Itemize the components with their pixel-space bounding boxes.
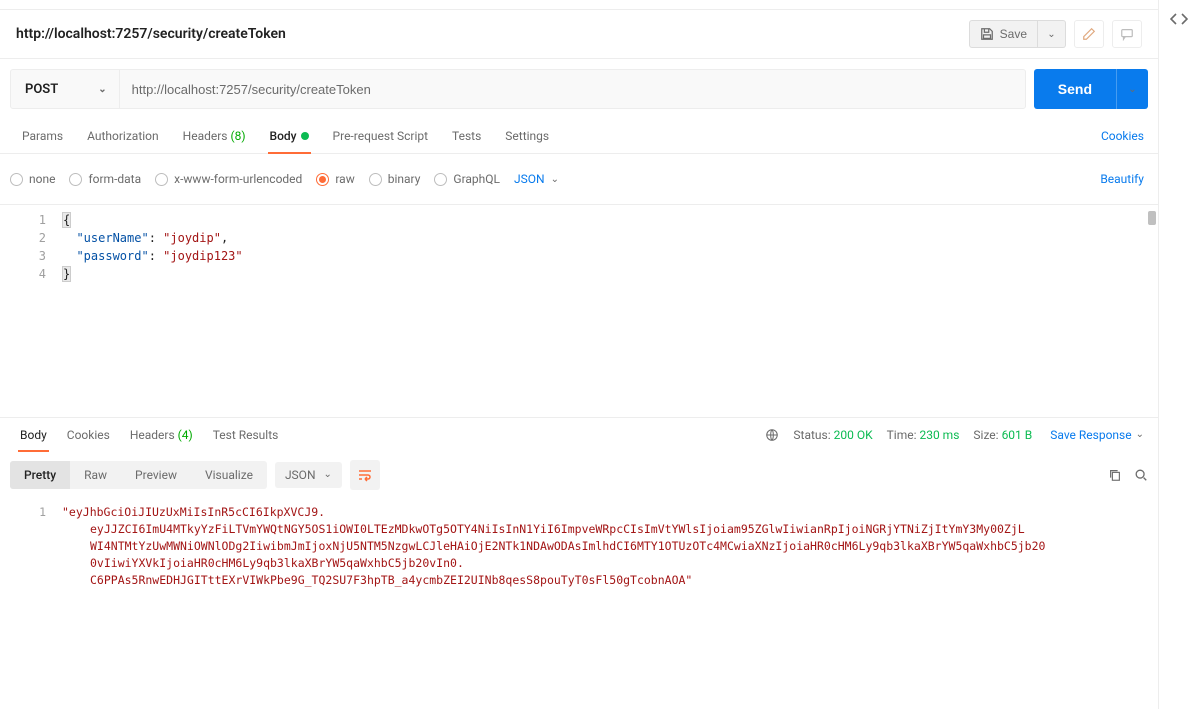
body-type-graphql[interactable]: GraphQL — [434, 172, 500, 186]
tab-strip — [0, 0, 1158, 10]
response-time: Time: 230 ms — [887, 428, 960, 442]
tab-settings[interactable]: Settings — [493, 119, 561, 153]
cookies-link[interactable]: Cookies — [1097, 119, 1148, 153]
response-content: "eyJhbGciOiJIUzUxMiIsInR5cCI6IkpXVCJ9. e… — [56, 498, 1158, 709]
resp-tab-body[interactable]: Body — [10, 418, 57, 452]
send-dropdown[interactable]: ⌄ — [1116, 69, 1148, 109]
chevron-down-icon: ⌄ — [98, 84, 106, 95]
resp-tab-cookies[interactable]: Cookies — [57, 418, 120, 452]
resp-tab-tests[interactable]: Test Results — [203, 418, 289, 452]
code-content: { "userName": "joydip", "password": "joy… — [56, 205, 1158, 417]
tab-pre-request[interactable]: Pre-request Script — [321, 119, 440, 153]
send-button[interactable]: Send — [1034, 69, 1116, 109]
view-pretty[interactable]: Pretty — [10, 461, 70, 489]
save-button[interactable]: Save — [969, 20, 1038, 48]
body-format-select[interactable]: JSON⌄ — [514, 172, 559, 186]
right-sidebar — [1159, 0, 1199, 709]
body-type-binary[interactable]: binary — [369, 172, 421, 186]
body-type-row: none form-data x-www-form-urlencoded raw… — [0, 154, 1158, 205]
method-select[interactable]: POST ⌄ — [11, 70, 120, 108]
comment-icon — [1120, 27, 1134, 41]
response-gutter: 1 — [0, 498, 56, 709]
search-icon — [1134, 468, 1148, 482]
request-title: http://localhost:7257/security/createTok… — [16, 26, 969, 42]
status-code: Status: 200 OK — [793, 428, 872, 442]
response-tabs: Body Cookies Headers (4) Test Results St… — [0, 418, 1158, 452]
tab-tests[interactable]: Tests — [440, 119, 493, 153]
search-button[interactable] — [1134, 468, 1148, 482]
view-visualize[interactable]: Visualize — [191, 461, 267, 489]
body-type-xwww[interactable]: x-www-form-urlencoded — [155, 172, 302, 186]
tab-body[interactable]: Body — [258, 119, 321, 153]
edit-button[interactable] — [1074, 20, 1104, 48]
request-row: POST ⌄ Send ⌄ — [0, 59, 1158, 119]
body-type-none[interactable]: none — [10, 172, 55, 186]
copy-icon — [1108, 468, 1122, 482]
save-response-dropdown[interactable]: Save Response⌄ — [1046, 418, 1148, 452]
title-bar: http://localhost:7257/security/createTok… — [0, 10, 1158, 59]
save-dropdown[interactable]: ⌄ — [1038, 20, 1066, 48]
response-body[interactable]: 1 "eyJhbGciOiJIUzUxMiIsInR5cCI6IkpXVCJ9.… — [0, 498, 1158, 709]
code-snippet-button[interactable] — [1170, 12, 1188, 26]
request-tabs: Params Authorization Headers (8) Body Pr… — [0, 119, 1158, 154]
view-raw[interactable]: Raw — [70, 461, 121, 489]
beautify-button[interactable]: Beautify — [1096, 162, 1148, 196]
unsaved-dot-icon — [301, 132, 309, 140]
pencil-icon — [1082, 27, 1096, 41]
body-type-formdata[interactable]: form-data — [69, 172, 141, 186]
copy-button[interactable] — [1108, 468, 1122, 482]
response-format-select[interactable]: JSON⌄ — [275, 462, 342, 488]
globe-icon[interactable] — [765, 428, 779, 442]
wrap-icon — [357, 467, 373, 483]
tab-headers[interactable]: Headers (8) — [171, 119, 258, 153]
resp-tab-headers[interactable]: Headers (4) — [120, 418, 203, 452]
view-preview[interactable]: Preview — [121, 461, 191, 489]
comment-button[interactable] — [1112, 20, 1142, 48]
response-view-row: Pretty Raw Preview Visualize JSON⌄ — [0, 452, 1158, 498]
tab-params[interactable]: Params — [10, 119, 75, 153]
request-body-editor[interactable]: 1 2 3 4 { "userName": "joydip", "passwor… — [0, 205, 1158, 418]
response-size: Size: 601 B — [973, 428, 1032, 442]
code-icon — [1170, 12, 1188, 26]
url-input[interactable] — [120, 70, 1025, 108]
scrollbar-vertical[interactable] — [1148, 211, 1156, 225]
tab-authorization[interactable]: Authorization — [75, 119, 171, 153]
wrap-lines-button[interactable] — [350, 460, 380, 490]
body-type-raw[interactable]: raw — [316, 172, 354, 186]
line-gutter: 1 2 3 4 — [0, 205, 56, 417]
save-icon — [980, 27, 994, 41]
